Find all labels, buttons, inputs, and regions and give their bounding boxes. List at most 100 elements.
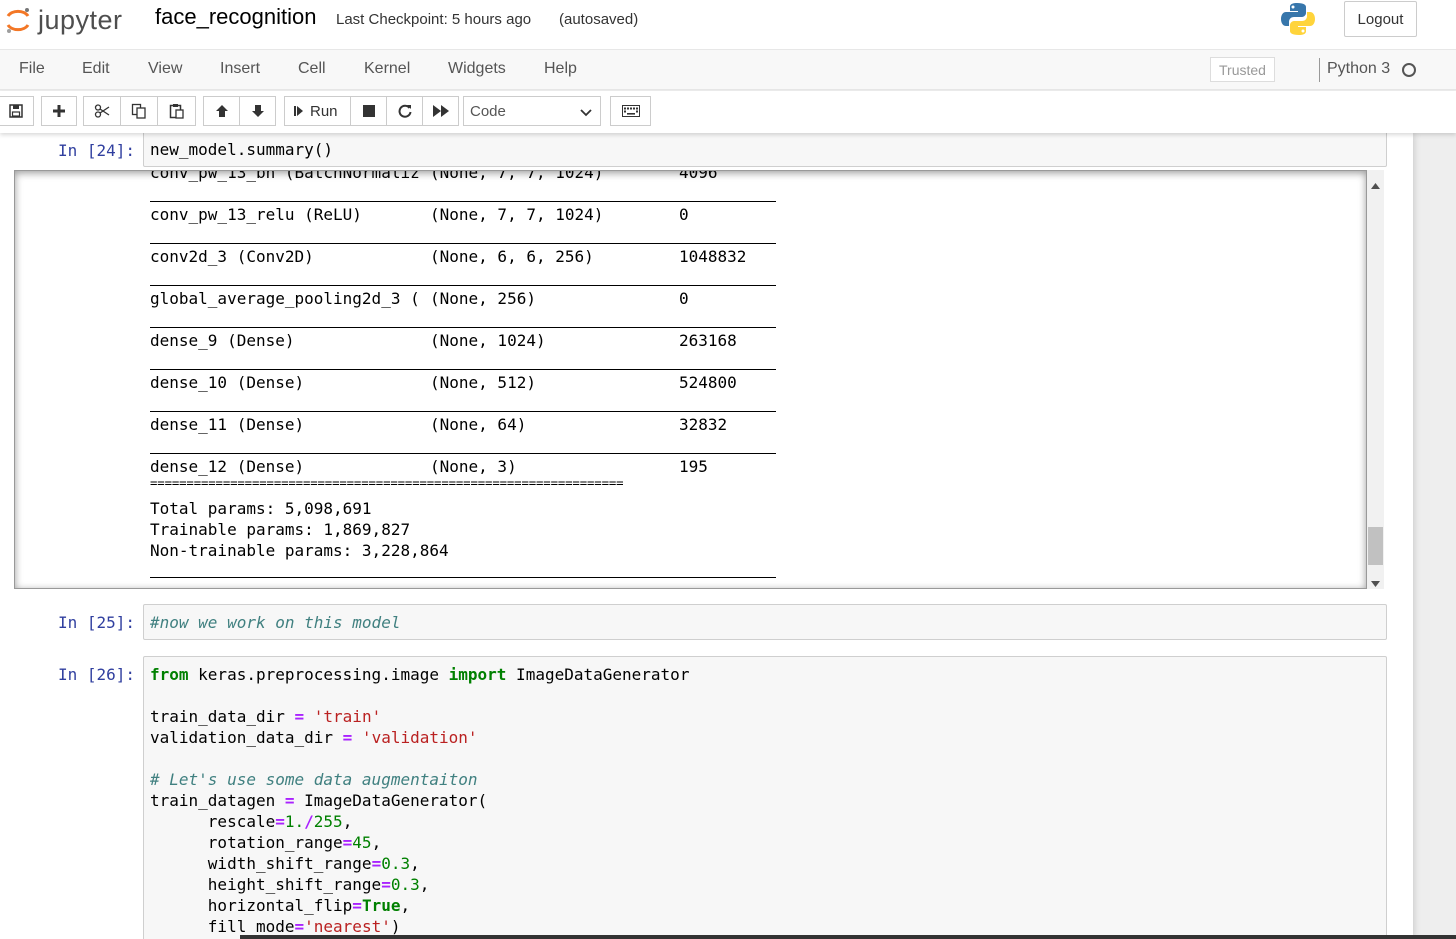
logout-button[interactable]: Logout	[1344, 1, 1417, 37]
autosave-status: (autosaved)	[559, 11, 639, 28]
layer-name: conv_pw_13_bn (BatchNormaliz	[150, 170, 420, 182]
menu-insert[interactable]: Insert	[220, 60, 260, 78]
input-prompt: In [24]:	[57, 141, 135, 160]
copy-icon	[131, 103, 147, 119]
param-count: 524800	[679, 373, 737, 392]
scroll-up-icon[interactable]	[1371, 176, 1380, 194]
menu-help[interactable]: Help	[544, 60, 577, 78]
scroll-down-icon[interactable]	[1371, 574, 1380, 592]
param-count: 195	[679, 457, 708, 476]
restart-run-all-button[interactable]	[422, 96, 459, 126]
scissors-icon	[94, 104, 110, 118]
param-count: 263168	[679, 331, 737, 350]
menu-view[interactable]: View	[148, 60, 182, 78]
cut-button[interactable]	[83, 96, 121, 126]
param-count: 32832	[679, 415, 728, 434]
code-line: width_shift_range=0.3,	[150, 854, 420, 873]
jupyter-logo[interactable]: jupyter	[4, 4, 123, 36]
code-line: rotation_range=45,	[150, 833, 382, 852]
code-line: height_shift_range=0.3,	[150, 875, 430, 894]
output-scrollbar[interactable]	[1367, 170, 1384, 589]
summary-double-rule: ========================================…	[150, 476, 624, 490]
row-divider	[150, 243, 776, 244]
layer-name: conv2d_3 (Conv2D)	[150, 247, 314, 266]
code-line: new_model.summary()	[150, 140, 334, 159]
menu-cell[interactable]: Cell	[298, 60, 326, 78]
header: jupyter face_recognition Last Checkpoint…	[0, 0, 1456, 50]
output-shape: (None, 1024)	[430, 331, 546, 350]
save-icon	[9, 104, 23, 118]
plus-icon	[52, 104, 66, 118]
layer-name: dense_11 (Dense)	[150, 415, 305, 434]
row-divider	[150, 201, 776, 202]
kernel-idle-icon	[1402, 63, 1416, 77]
python-logo-icon	[1280, 1, 1316, 37]
code-input[interactable]: #now we work on this model	[143, 604, 1387, 640]
menu-file[interactable]: File	[19, 60, 45, 78]
total-params: Total params: 5,098,691	[150, 499, 372, 518]
move-up-button[interactable]	[203, 96, 240, 126]
copy-button[interactable]	[120, 96, 158, 126]
param-count: 1048832	[679, 247, 747, 266]
layer-name: conv_pw_13_relu (ReLU)	[150, 205, 362, 224]
insert-cell-button[interactable]	[41, 96, 77, 126]
cell-type-select[interactable]: Code	[463, 96, 601, 126]
trainable-params: Trainable params: 1,869,827	[150, 520, 411, 539]
output-shape: (None, 256)	[430, 289, 536, 308]
paste-button[interactable]	[157, 96, 196, 126]
move-down-button[interactable]	[239, 96, 276, 126]
interrupt-button[interactable]	[350, 96, 387, 126]
kernel-name[interactable]: Python 3	[1327, 60, 1390, 78]
output-shape: (None, 512)	[430, 373, 536, 392]
param-count: 4096	[679, 170, 718, 182]
output-shape: (None, 6, 6, 256)	[430, 247, 594, 266]
fast-forward-icon	[432, 105, 449, 117]
code-input[interactable]: from keras.preprocessing.image import Im…	[143, 656, 1387, 939]
notebook-site: In [24]: new_model.summary() conv_pw_13_…	[0, 133, 1456, 939]
row-divider	[150, 327, 776, 328]
code-line: rescale=1./255,	[150, 812, 353, 831]
restart-button[interactable]	[386, 96, 423, 126]
row-divider	[150, 369, 776, 370]
param-count: 0	[679, 289, 689, 308]
output-area[interactable]: conv_pw_13_bn (BatchNormaliz (None, 7, 7…	[14, 170, 1367, 589]
code-comment: #now we work on this model	[150, 613, 401, 632]
checkpoint-status: Last Checkpoint: 5 hours ago	[336, 11, 532, 28]
arrow-up-icon	[215, 104, 229, 118]
notebook-name[interactable]: face_recognition	[155, 4, 316, 30]
restart-icon	[398, 104, 412, 118]
jupyter-logo-icon	[4, 6, 32, 34]
run-icon	[294, 105, 304, 117]
input-prompt: In [26]:	[57, 665, 135, 684]
run-button[interactable]: Run	[284, 96, 351, 126]
scrollbar-thumb[interactable]	[1368, 527, 1383, 565]
row-divider	[150, 453, 776, 454]
stop-icon	[362, 105, 375, 117]
layer-name: dense_9 (Dense)	[150, 331, 295, 350]
code-line: fill_mode='nearest')	[150, 917, 401, 936]
notebook-container: In [24]: new_model.summary() conv_pw_13_…	[0, 133, 1413, 939]
code-input[interactable]: new_model.summary()	[143, 133, 1387, 167]
layer-name: dense_12 (Dense)	[150, 457, 305, 476]
code-line: from keras.preprocessing.image import Im…	[150, 665, 690, 684]
code-line: validation_data_dir = 'validation'	[150, 728, 478, 747]
menu-kernel[interactable]: Kernel	[364, 60, 410, 78]
menu-edit[interactable]: Edit	[82, 60, 110, 78]
layer-name: global_average_pooling2d_3 (	[150, 289, 420, 308]
save-button[interactable]	[0, 96, 34, 126]
trusted-indicator[interactable]: Trusted	[1210, 57, 1275, 82]
keyboard-icon	[621, 105, 640, 117]
menu-widgets[interactable]: Widgets	[448, 60, 506, 78]
window-bottom-edge	[240, 935, 1456, 939]
row-divider	[150, 285, 776, 286]
run-label: Run	[310, 102, 338, 120]
command-palette-button[interactable]	[610, 96, 651, 126]
kernel-divider	[1319, 58, 1320, 82]
output-shape: (None, 64)	[430, 415, 527, 434]
summary-bottom-rule	[150, 577, 776, 578]
cell-type-value: Code	[470, 102, 506, 120]
toolbar: Run Code	[0, 91, 1456, 133]
code-line: horizontal_flip=True,	[150, 896, 411, 915]
row-divider	[150, 411, 776, 412]
output-shape: (None, 3)	[430, 457, 517, 476]
